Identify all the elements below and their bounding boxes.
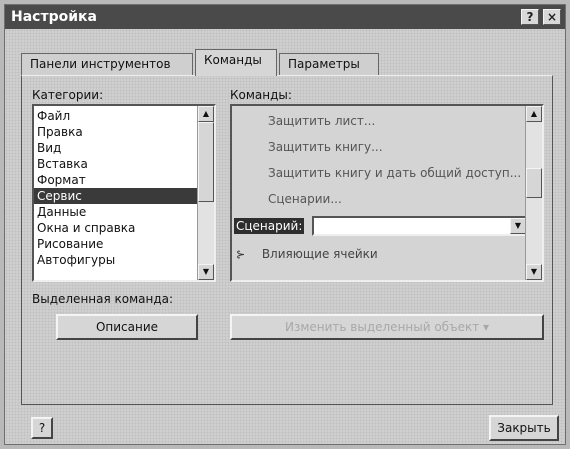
tab-toolbars[interactable]: Панели инструментов — [21, 53, 193, 75]
category-item[interactable]: Вставка — [34, 156, 214, 172]
customize-dialog: Настройка ? × Панели инструментов Команд… — [4, 4, 566, 445]
scroll-thumb[interactable] — [198, 122, 214, 202]
description-button[interactable]: Описание — [56, 314, 198, 340]
precedents-item[interactable]: ⊱ Влияющие ячейки — [236, 244, 378, 264]
command-item[interactable]: Защитить лист... — [232, 108, 542, 134]
category-item[interactable]: Рисование — [34, 236, 214, 252]
scroll-down-icon[interactable]: ▼ — [526, 264, 542, 280]
categories-label: Категории: — [32, 88, 104, 102]
precedents-label: Влияющие ячейки — [261, 247, 378, 261]
scenario-label: Сценарий: — [234, 218, 305, 234]
category-item[interactable]: Правка — [34, 124, 214, 140]
commands-label: Команды: — [230, 88, 292, 102]
help-button[interactable]: ? — [521, 9, 539, 25]
close-icon[interactable]: × — [543, 9, 561, 25]
categories-list[interactable]: Файл Правка Вид Вставка Формат Сервис Данные Ок… — [32, 104, 216, 282]
scroll-thumb[interactable] — [526, 168, 542, 198]
command-item[interactable]: Защитить книгу и дать общий доступ... — [232, 160, 542, 186]
command-item[interactable]: Защитить книгу... — [232, 134, 542, 160]
category-item[interactable]: Сервис — [34, 188, 214, 204]
tab-options[interactable]: Параметры — [279, 53, 379, 75]
commands-scrollbar[interactable]: ▲ ▼ — [525, 106, 542, 280]
trace-precedents-icon: ⊱ — [236, 248, 246, 261]
category-item[interactable]: Файл — [34, 108, 214, 124]
scroll-up-icon[interactable]: ▲ — [198, 106, 214, 122]
help-icon[interactable]: ? — [31, 417, 53, 439]
category-item[interactable]: Окна и справка — [34, 220, 214, 236]
category-item[interactable]: Вид — [34, 140, 214, 156]
scroll-down-icon[interactable]: ▼ — [198, 264, 214, 280]
commands-panel: Категории: Файл Правка Вид Вставка Формат Сер… — [21, 75, 553, 405]
categories-scrollbar[interactable]: ▲ ▼ — [197, 106, 214, 280]
category-item[interactable]: Данные — [34, 204, 214, 220]
category-item[interactable]: Формат — [34, 172, 214, 188]
scenario-combo[interactable]: ▼ — [312, 216, 528, 236]
command-item[interactable]: Сценарии... — [232, 186, 542, 212]
category-item[interactable]: Автофигуры — [34, 252, 214, 268]
combo-arrow-icon[interactable]: ▼ — [510, 218, 526, 234]
close-button[interactable]: Закрыть — [489, 415, 559, 441]
scroll-up-icon[interactable]: ▲ — [526, 106, 542, 122]
modify-selection-button[interactable]: Изменить выделенный объект ▾ — [230, 314, 544, 340]
title-bar: Настройка ? × — [5, 5, 565, 29]
window-title: Настройка — [11, 9, 97, 25]
selected-command-label: Выделенная команда: — [32, 292, 174, 306]
commands-list[interactable]: Защитить лист... Защитить книгу... Защитит… — [230, 104, 544, 282]
tab-commands[interactable]: Команды — [195, 49, 277, 76]
